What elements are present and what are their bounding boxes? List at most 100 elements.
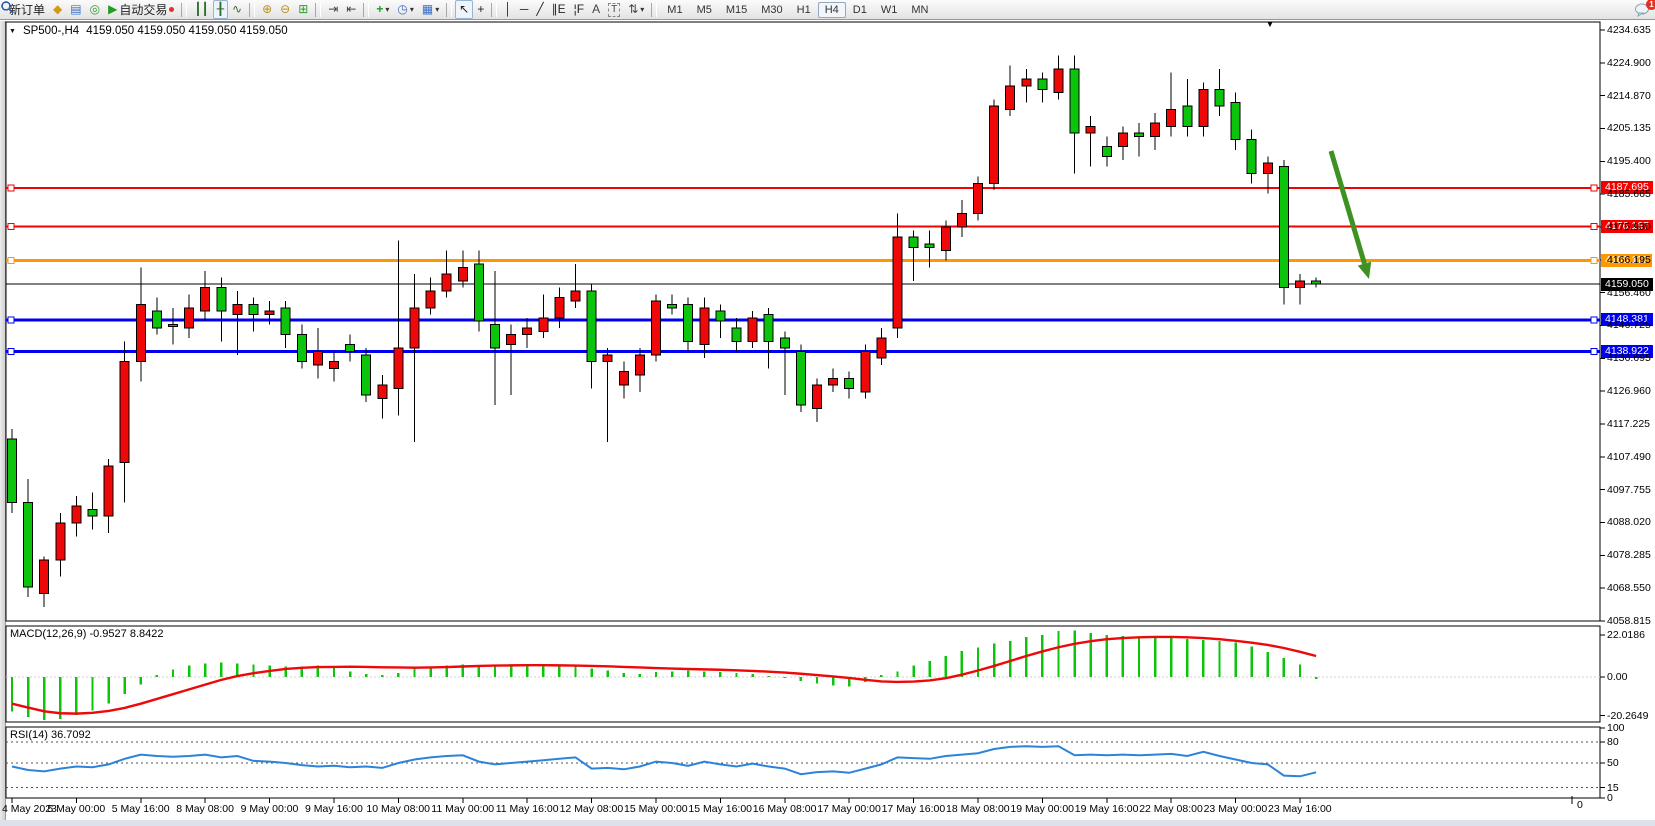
time-axis-label: 23 May 16:00 — [1268, 803, 1332, 815]
time-axis-label: 5 May 00:00 — [47, 803, 105, 815]
candle — [1183, 106, 1192, 126]
candle — [426, 291, 435, 308]
candle — [313, 351, 322, 364]
candle — [56, 523, 65, 560]
y-axis-tick-label: 4214.870 — [1607, 90, 1655, 102]
y-axis-tick-label: 4146.725 — [1607, 319, 1655, 331]
candle — [974, 183, 983, 213]
arrow-annotation[interactable] — [1331, 151, 1364, 264]
time-axis-label: 9 May 00:00 — [241, 803, 299, 815]
candle — [635, 355, 644, 375]
candle — [297, 335, 306, 362]
candle — [1118, 133, 1127, 146]
mt4-window: 新订单◆▤◎▶自动交易┃┃╂∿⊕⊖⊞⇥⇤+▾◷▾▦▾↖+│─╱∥E¦FAT⇅▾M… — [0, 0, 1655, 826]
candle — [941, 227, 950, 251]
candle — [555, 298, 564, 318]
candle — [957, 214, 966, 227]
candle — [571, 291, 580, 301]
line-handle[interactable] — [1591, 257, 1597, 263]
chart-canvas[interactable] — [0, 0, 1655, 826]
candle — [668, 304, 677, 307]
candle — [201, 288, 210, 312]
macd-signal-line — [12, 637, 1316, 714]
candle — [764, 314, 773, 341]
candle — [587, 291, 596, 362]
line-handle[interactable] — [8, 317, 14, 323]
y-axis-tick-label: 4097.755 — [1607, 484, 1655, 496]
candle — [233, 304, 242, 314]
candle — [716, 311, 725, 321]
macd-axis-label: 22.0186 — [1607, 629, 1655, 641]
candle — [410, 308, 419, 348]
y-axis-tick-label: 4175.930 — [1607, 221, 1655, 233]
candle — [8, 439, 17, 503]
line-handle[interactable] — [8, 224, 14, 230]
candle — [829, 378, 838, 385]
y-axis-tick-label: 4205.135 — [1607, 122, 1655, 134]
candle — [861, 351, 870, 391]
line-handle[interactable] — [8, 349, 14, 355]
candle — [362, 355, 371, 395]
candle — [990, 106, 999, 183]
line-handle[interactable] — [1591, 224, 1597, 230]
candle — [1215, 89, 1224, 106]
line-handle[interactable] — [8, 257, 14, 263]
candle — [169, 325, 178, 327]
scroll-to-end-icon[interactable]: ▼ — [1266, 20, 1274, 29]
y-axis-tick-label: 4126.960 — [1607, 385, 1655, 397]
y-axis-tick-label: 4224.900 — [1607, 57, 1655, 69]
line-handle[interactable] — [1591, 185, 1597, 191]
time-axis-label: 17 May 00:00 — [817, 803, 881, 815]
candle — [1038, 79, 1047, 89]
line-handle[interactable] — [8, 185, 14, 191]
time-axis-label: 5 May 16:00 — [112, 803, 170, 815]
candle — [1231, 103, 1240, 140]
candle — [700, 308, 709, 345]
rsi-line — [12, 746, 1316, 776]
time-axis-label: 17 May 16:00 — [882, 803, 946, 815]
chart-title-quotes: 4159.050 4159.050 4159.050 4159.050 — [86, 25, 287, 37]
candle — [1247, 140, 1256, 174]
candle — [909, 237, 918, 247]
y-axis-tick-label: 4078.285 — [1607, 549, 1655, 561]
y-axis-tick-label: 4068.550 — [1607, 582, 1655, 594]
line-handle[interactable] — [1591, 317, 1597, 323]
time-axis-label: 11 May 16:00 — [496, 803, 559, 815]
line-handle[interactable] — [1591, 349, 1597, 355]
candle — [217, 288, 226, 312]
candle — [1135, 133, 1144, 136]
rsi-axis-label: 0 — [1607, 792, 1655, 804]
candle — [619, 372, 628, 385]
y-axis-tick-label: 4107.490 — [1607, 451, 1655, 463]
time-axis-label: 18 May 08:00 — [946, 803, 1010, 815]
time-axis-label: 11 May 00:00 — [431, 803, 494, 815]
arrow-annotation-head[interactable] — [1358, 262, 1371, 279]
candle — [458, 267, 467, 280]
y-axis-tick-label: 4166.195 — [1607, 254, 1655, 266]
candle — [845, 378, 854, 388]
y-axis-tick-label: 4058.815 — [1607, 615, 1655, 627]
symbol-dropdown-icon[interactable]: ▼ — [9, 28, 16, 35]
y-axis-tick-label: 4234.635 — [1607, 24, 1655, 36]
candle — [104, 466, 113, 516]
y-axis-tick-label: 4195.400 — [1607, 155, 1655, 167]
candle — [1296, 281, 1305, 288]
y-axis-tick-label: 4088.020 — [1607, 516, 1655, 528]
chart-title: ▼ SP500-,H4 4159.050 4159.050 4159.050 4… — [9, 25, 288, 37]
candle — [1312, 281, 1321, 284]
candle — [925, 244, 934, 247]
time-axis-label: 15 May 00:00 — [624, 803, 688, 815]
chart-title-symbol: SP500-,H4 — [23, 25, 79, 37]
candle — [474, 264, 483, 321]
candle — [185, 308, 194, 328]
rsi-label: RSI(14) 36.7092 — [10, 729, 91, 741]
candle — [1054, 69, 1063, 93]
time-axis-label: 8 May 08:00 — [176, 803, 234, 815]
macd-axis-label: -20.2649 — [1607, 710, 1655, 722]
y-axis-tick-label: 4156.460 — [1607, 287, 1655, 299]
time-axis-label: 19 May 00:00 — [1010, 803, 1074, 815]
candle — [330, 362, 339, 369]
candle — [120, 362, 129, 463]
macd-label: MACD(12,26,9) -0.9527 8.8422 — [10, 628, 163, 640]
candle — [442, 274, 451, 291]
